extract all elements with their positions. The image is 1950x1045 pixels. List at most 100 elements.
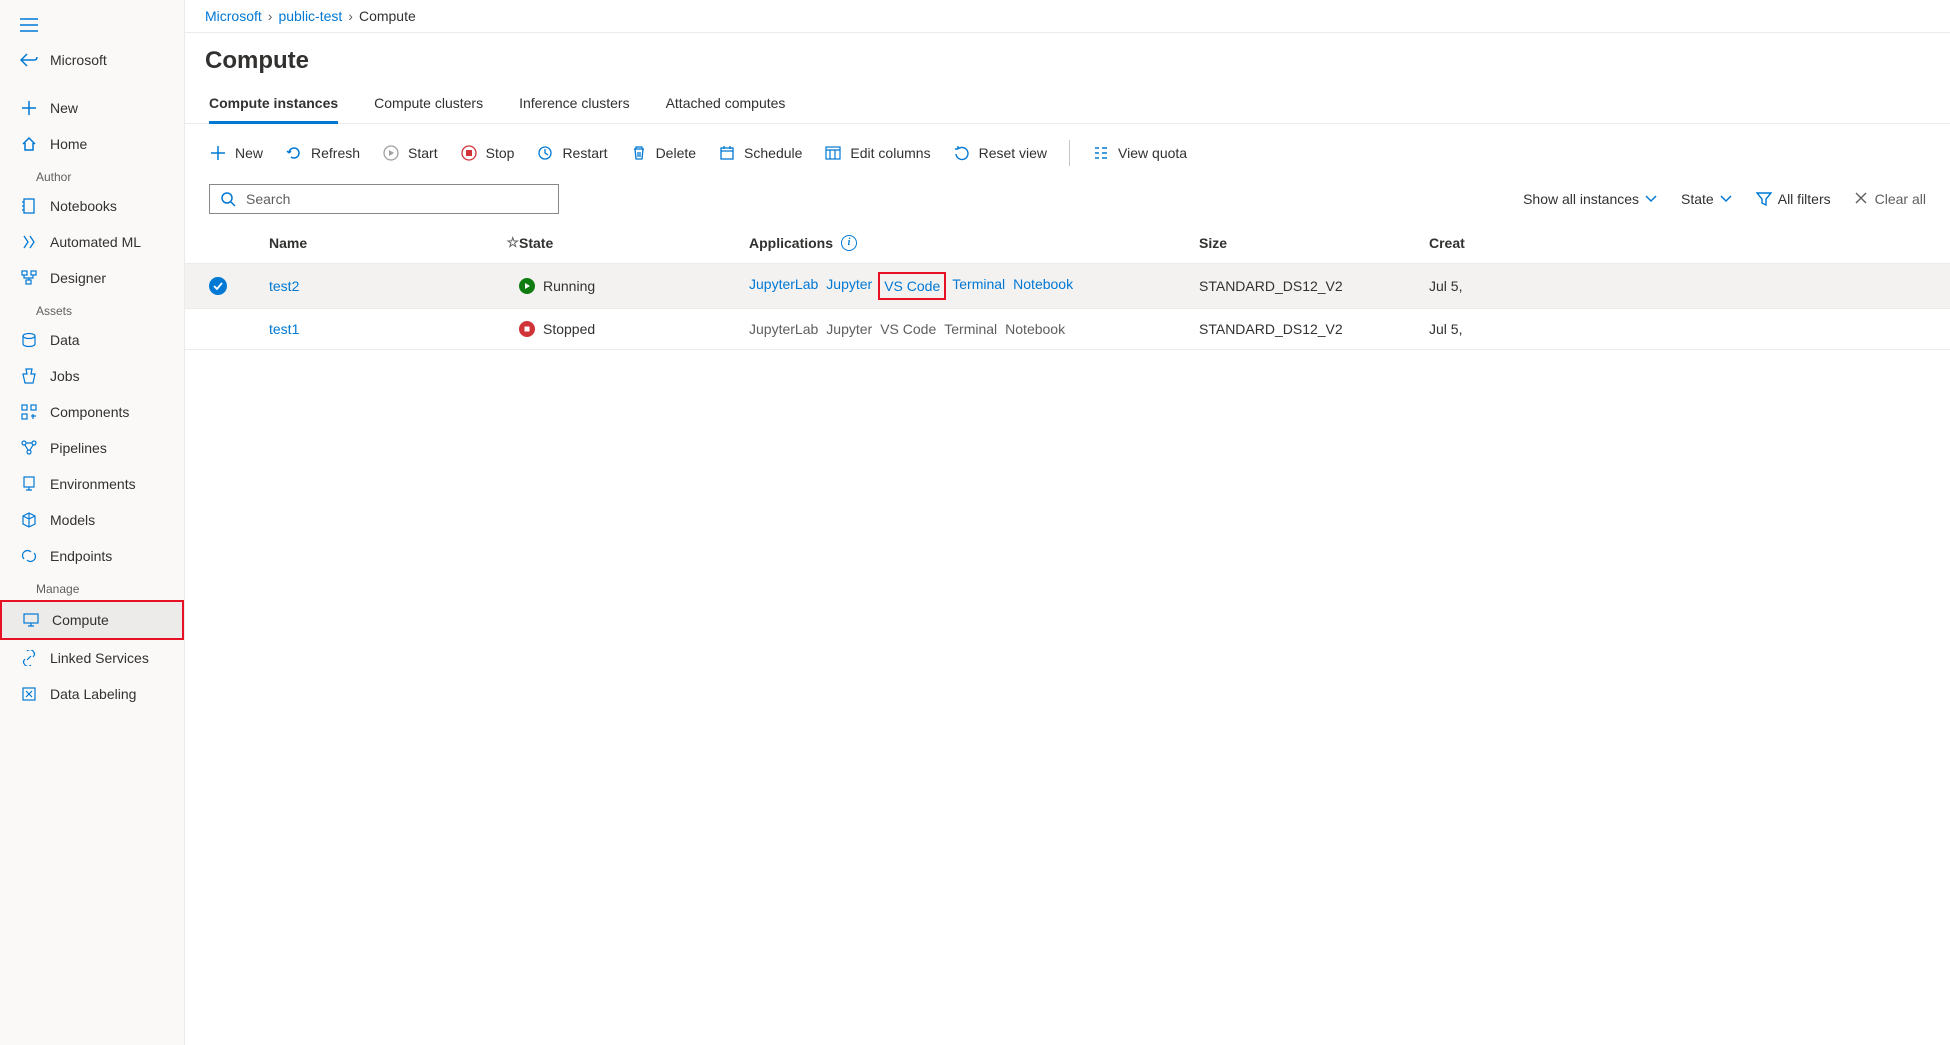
close-icon (1855, 192, 1869, 206)
sidebar-item-automl[interactable]: Automated ML (0, 224, 184, 260)
endpoints-icon (20, 547, 38, 565)
filter-label: All filters (1778, 191, 1831, 207)
toolbar-restart[interactable]: Restart (536, 144, 607, 162)
app-link-jupyter[interactable]: Jupyter (826, 276, 872, 296)
section-assets: Assets (0, 296, 184, 322)
sidebar-item-linked-services[interactable]: Linked Services (0, 640, 184, 676)
instance-name-link[interactable]: test1 (269, 321, 299, 337)
app-link-notebook[interactable]: Notebook (1013, 276, 1073, 296)
sidebar-item-label: Models (50, 512, 95, 528)
sidebar-item-label: Data (50, 332, 80, 348)
sidebar-item-label: Pipelines (50, 440, 107, 456)
notebook-icon (20, 197, 38, 215)
chevron-right-icon: › (348, 8, 353, 24)
link-icon (20, 649, 38, 667)
refresh-icon (285, 144, 303, 162)
table-row[interactable]: test2RunningJupyterLabJupyterVS CodeTerm… (185, 264, 1950, 309)
toolbar-view-quota[interactable]: View quota (1092, 144, 1187, 162)
sidebar-item-models[interactable]: Models (0, 502, 184, 538)
filter-all-filters[interactable]: All filters (1756, 191, 1831, 207)
sidebar-item-home[interactable]: Home (0, 126, 184, 162)
instance-name-link[interactable]: test2 (269, 278, 299, 294)
sidebar-item-label: Automated ML (50, 234, 141, 250)
filter-label: Show all instances (1523, 191, 1639, 207)
toolbar-stop[interactable]: Stop (460, 144, 515, 162)
app-link-jupyter: Jupyter (826, 321, 872, 337)
column-header-created[interactable]: Creat (1429, 235, 1926, 251)
running-icon (519, 278, 535, 294)
sidebar-item-notebooks[interactable]: Notebooks (0, 188, 184, 224)
hamburger-menu[interactable] (0, 8, 184, 42)
sidebar-item-environments[interactable]: Environments (0, 466, 184, 502)
sidebar-item-label: Environments (50, 476, 136, 492)
sidebar-item-label: Compute (52, 612, 109, 628)
sidebar-item-jobs[interactable]: Jobs (0, 358, 184, 394)
sidebar-item-designer[interactable]: Designer (0, 260, 184, 296)
menu-icon (20, 16, 38, 34)
filter-clear-all[interactable]: Clear all (1855, 191, 1926, 207)
tab-attached-computes[interactable]: Attached computes (666, 87, 786, 123)
tab-compute-instances[interactable]: Compute instances (209, 87, 338, 124)
labeling-icon (20, 685, 38, 703)
toolbar-delete[interactable]: Delete (630, 144, 696, 162)
filter-state[interactable]: State (1681, 191, 1732, 207)
toolbar-label: Start (408, 145, 438, 161)
toolbar-label: View quota (1118, 145, 1187, 161)
sidebar-item-endpoints[interactable]: Endpoints (0, 538, 184, 574)
back-arrow-icon (20, 51, 38, 69)
back-workspace[interactable]: Microsoft (0, 42, 184, 78)
column-header-applications[interactable]: Applications (749, 235, 833, 251)
table-row[interactable]: test1StoppedJupyterLabJupyterVS CodeTerm… (185, 309, 1950, 350)
toolbar-refresh[interactable]: Refresh (285, 144, 360, 162)
sidebar-item-label: Endpoints (50, 548, 112, 564)
search-icon (220, 191, 236, 207)
sidebar-item-label: Jobs (50, 368, 80, 384)
column-header-name[interactable]: Name (269, 235, 307, 251)
app-link-vs-code: VS Code (880, 321, 936, 337)
app-link-jupyterlab[interactable]: JupyterLab (749, 276, 818, 296)
tab-inference-clusters[interactable]: Inference clusters (519, 87, 630, 123)
plus-icon (209, 144, 227, 162)
stopped-icon (519, 321, 535, 337)
home-icon (20, 135, 38, 153)
sidebar: Microsoft New Home Author Notebooks Auto… (0, 0, 185, 1045)
checkmark-icon[interactable] (209, 277, 227, 295)
column-header-state[interactable]: State (519, 235, 749, 251)
toolbar-new[interactable]: New (209, 144, 263, 162)
sidebar-item-label: Data Labeling (50, 686, 136, 702)
toolbar-label: Reset view (979, 145, 1047, 161)
created-text: Jul 5, (1429, 321, 1926, 337)
sidebar-item-data[interactable]: Data (0, 322, 184, 358)
sidebar-item-pipelines[interactable]: Pipelines (0, 430, 184, 466)
app-link-vs-code[interactable]: VS Code (878, 272, 946, 300)
designer-icon (20, 269, 38, 287)
sidebar-item-label: Home (50, 136, 87, 152)
toolbar-start[interactable]: Start (382, 144, 438, 162)
breadcrumb-link[interactable]: Microsoft (205, 8, 262, 24)
tab-bar: Compute instances Compute clusters Infer… (185, 87, 1950, 124)
filter-show-all[interactable]: Show all instances (1523, 191, 1657, 207)
toolbar-reset-view[interactable]: Reset view (953, 144, 1047, 162)
page-title: Compute (185, 33, 1950, 87)
sidebar-item-compute[interactable]: Compute (0, 600, 184, 640)
column-header-size[interactable]: Size (1199, 235, 1429, 251)
app-link-terminal[interactable]: Terminal (952, 276, 1005, 296)
reset-icon (953, 144, 971, 162)
search-placeholder: Search (246, 191, 290, 207)
compute-icon (22, 611, 40, 629)
sidebar-item-new[interactable]: New (0, 90, 184, 126)
app-link-notebook: Notebook (1005, 321, 1065, 337)
sidebar-item-data-labeling[interactable]: Data Labeling (0, 676, 184, 712)
app-link-jupyterlab: JupyterLab (749, 321, 818, 337)
toolbar-edit-columns[interactable]: Edit columns (824, 144, 930, 162)
toolbar-label: Refresh (311, 145, 360, 161)
section-manage: Manage (0, 574, 184, 600)
sidebar-item-components[interactable]: Components (0, 394, 184, 430)
breadcrumb-link[interactable]: public-test (278, 8, 342, 24)
star-icon[interactable]: ☆ (506, 234, 519, 251)
toolbar-schedule[interactable]: Schedule (718, 144, 802, 162)
toolbar-label: Stop (486, 145, 515, 161)
tab-compute-clusters[interactable]: Compute clusters (374, 87, 483, 123)
info-icon[interactable]: i (841, 235, 857, 251)
search-input[interactable]: Search (209, 184, 559, 214)
